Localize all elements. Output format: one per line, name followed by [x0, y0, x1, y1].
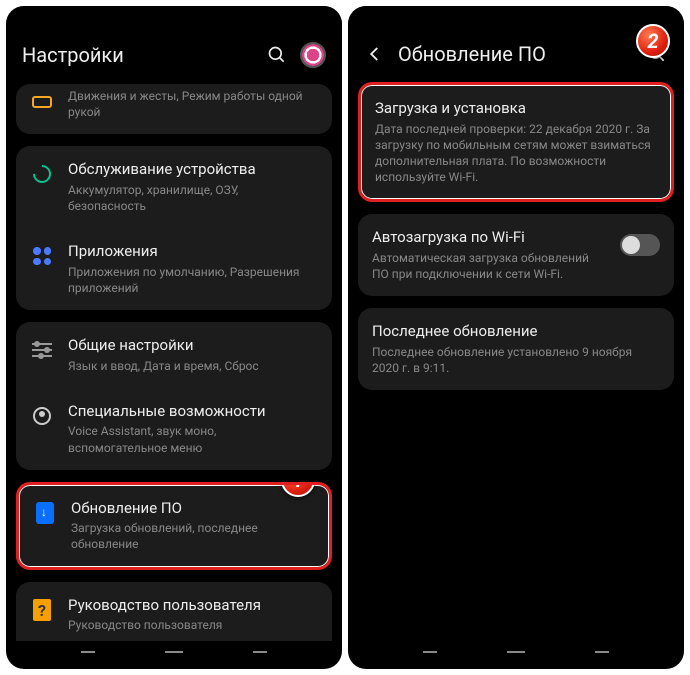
row-title: Последнее обновление [372, 322, 660, 342]
update-row-last[interactable]: Последнее обновление Последнее обновлени… [358, 308, 674, 390]
manual-icon [30, 598, 54, 622]
update-row-auto-wifi[interactable]: Автозагрузка по Wi-Fi Автоматическая заг… [358, 214, 674, 296]
search-icon[interactable] [266, 44, 288, 66]
profile-avatar[interactable] [300, 42, 326, 68]
row-subtitle: Язык и ввод, Дата и время, Сброс [68, 358, 318, 374]
device-care-icon [30, 162, 54, 186]
step-badge-2: 2 [636, 24, 670, 58]
row-title: Загрузка и установка [375, 99, 657, 119]
nav-bar [6, 641, 342, 669]
row-subtitle: Приложения по умолчанию, Разрешения прил… [68, 264, 318, 296]
phone-right: Обновление ПО 2 Загрузка и установка Дат… [348, 6, 684, 669]
update-row-download[interactable]: Загрузка и установка Дата последней пров… [358, 82, 674, 202]
settings-row-manual[interactable]: Руководство пользователя Руководство пол… [16, 582, 332, 641]
settings-group-advanced: Движения и жесты, Режим работы одной рук… [16, 84, 332, 134]
app-bar: Обновление ПО 2 [348, 30, 684, 82]
row-title: Автозагрузка по Wi-Fi [372, 228, 606, 248]
page-title: Настройки [22, 43, 254, 67]
settings-group-update: 1 Обновление ПО Загрузка обновлений, пос… [16, 482, 332, 570]
accessibility-icon [30, 404, 54, 428]
settings-group-system: Общие настройки Язык и ввод, Дата и врем… [16, 322, 332, 470]
settings-row-gestures[interactable]: Движения и жесты, Режим работы одной рук… [16, 84, 332, 134]
settings-group-info: Руководство пользователя Руководство пол… [16, 582, 332, 641]
row-title: Специальные возможности [68, 402, 318, 422]
settings-row-general[interactable]: Общие настройки Язык и ввод, Дата и врем… [16, 322, 332, 388]
row-subtitle: Последнее обновление установлено 9 ноябр… [372, 344, 660, 376]
settings-row-device-care[interactable]: Обслуживание устройства Аккумулятор, хра… [16, 146, 332, 228]
row-title: Приложения [68, 242, 318, 262]
settings-row-software-update[interactable]: Обновление ПО Загрузка обновлений, после… [19, 485, 329, 567]
app-bar: Настройки [6, 30, 342, 84]
general-icon [30, 338, 54, 362]
phone-left: Настройки Движения и жесты, Режим работы… [6, 6, 342, 669]
row-title: Обновление ПО [71, 499, 315, 519]
settings-row-apps[interactable]: Приложения Приложения по умолчанию, Разр… [16, 228, 332, 310]
row-subtitle: Voice Assistant, звук моно, вспомогатель… [68, 423, 318, 455]
back-icon[interactable] [364, 43, 386, 65]
settings-group-device: Обслуживание устройства Аккумулятор, хра… [16, 146, 332, 310]
status-bar [348, 6, 684, 30]
wifi-auto-toggle[interactable] [620, 234, 660, 256]
row-subtitle: Движения и жесты, Режим работы одной рук… [68, 88, 318, 120]
page-title: Обновление ПО [398, 42, 634, 66]
row-title: Обслуживание устройства [68, 160, 318, 180]
row-subtitle: Автоматическая загрузка обновлений ПО пр… [372, 250, 606, 282]
software-update-icon [33, 501, 57, 525]
nav-bar [348, 641, 684, 669]
row-subtitle: Аккумулятор, хранилище, ОЗУ, безопасност… [68, 182, 318, 214]
apps-icon [30, 244, 54, 268]
row-title: Руководство пользователя [68, 596, 318, 616]
row-subtitle: Загрузка обновлений, последнее обновлени… [71, 520, 315, 552]
settings-row-accessibility[interactable]: Специальные возможности Voice Assistant,… [16, 388, 332, 470]
settings-list: Движения и жесты, Режим работы одной рук… [6, 84, 342, 641]
row-title: Общие настройки [68, 336, 318, 356]
row-subtitle: Дата последней проверки: 22 декабря 2020… [375, 121, 657, 186]
update-list: Загрузка и установка Дата последней пров… [348, 82, 684, 641]
row-subtitle: Руководство пользователя [68, 617, 318, 633]
status-bar [6, 6, 342, 30]
gesture-icon [30, 90, 54, 114]
